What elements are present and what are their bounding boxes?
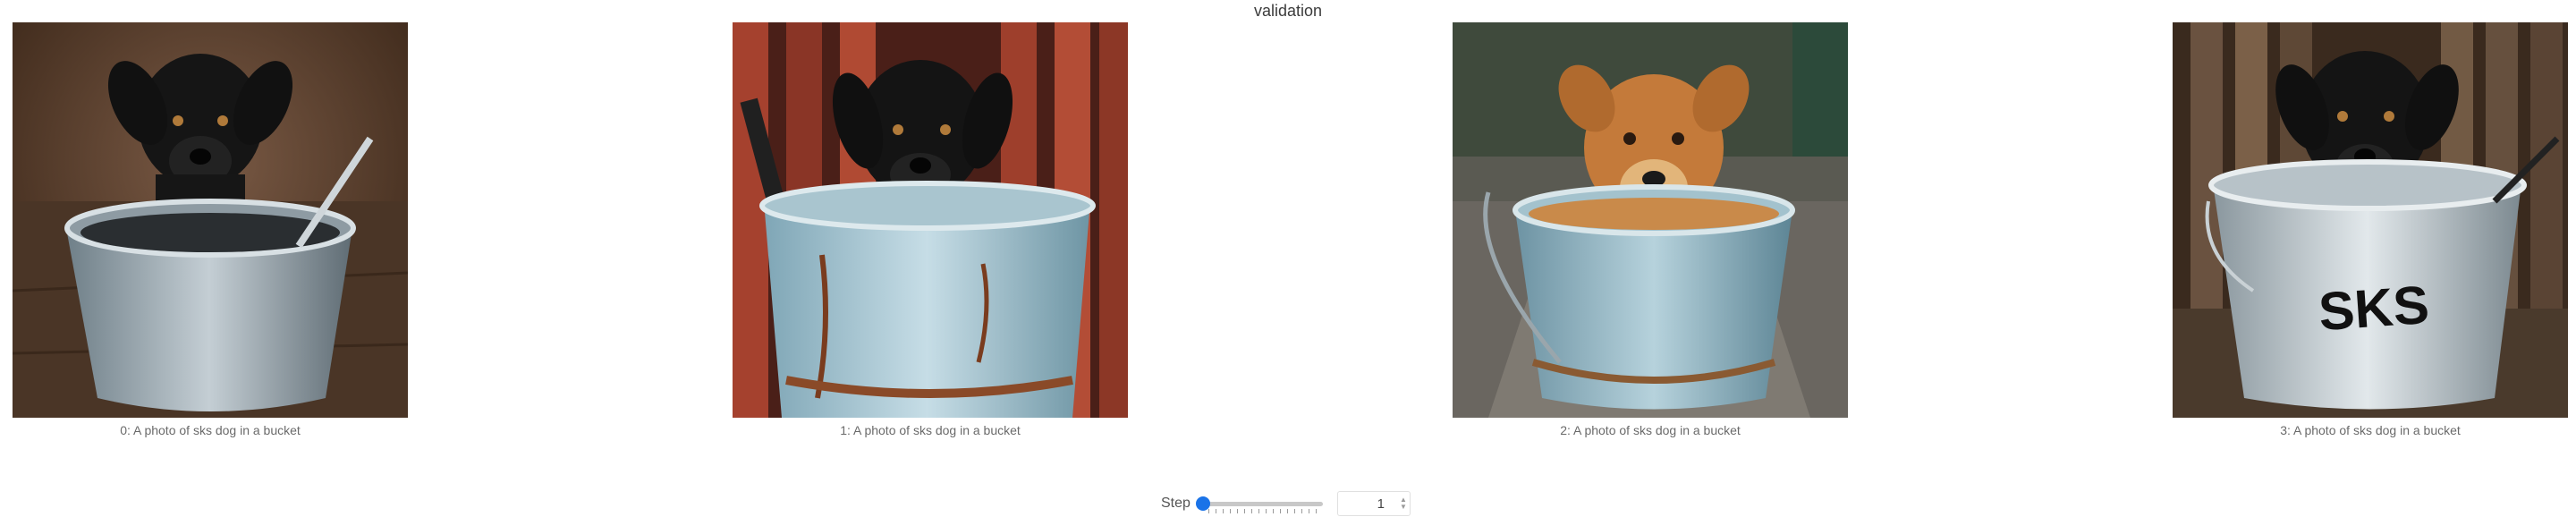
slider-track (1197, 502, 1323, 506)
caption-0: 0: A photo of sks dog in a bucket (120, 423, 301, 437)
panel-title: validation (1253, 2, 1323, 20)
validation-panel: validation 0: A photo of sks dog in a bu… (0, 0, 2576, 517)
step-number-input[interactable]: 1 ▲ ▼ (1336, 491, 1411, 516)
image-1[interactable] (733, 22, 1128, 418)
step-control: Step 1 ▲ ▼ (1161, 490, 1411, 517)
step-value: 1 (1377, 496, 1385, 512)
media-item-2[interactable]: 2: A photo of sks dog in a bucket (1453, 22, 1850, 438)
step-label: Step (1161, 496, 1191, 511)
caption-2: 2: A photo of sks dog in a bucket (1560, 423, 1741, 437)
step-slider[interactable] (1195, 494, 1323, 513)
image-2[interactable] (1453, 22, 1848, 418)
media-item-1[interactable]: 1: A photo of sks dog in a bucket (733, 22, 1130, 438)
slider-thumb[interactable] (1195, 496, 1210, 511)
spinner-arrows-icon[interactable]: ▲ ▼ (1397, 496, 1410, 511)
image-0[interactable] (13, 22, 408, 418)
image-3[interactable]: SKS (2173, 22, 2568, 418)
media-item-0[interactable]: 0: A photo of sks dog in a bucket (13, 22, 410, 438)
caption-3: 3: A photo of sks dog in a bucket (2280, 423, 2461, 437)
media-item-3[interactable]: SKS 3: A photo of sks dog in a bucket (2173, 22, 2570, 438)
caption-1: 1: A photo of sks dog in a bucket (840, 423, 1021, 437)
bucket-label: SKS (2317, 275, 2431, 342)
slider-ticks (1208, 509, 1319, 513)
